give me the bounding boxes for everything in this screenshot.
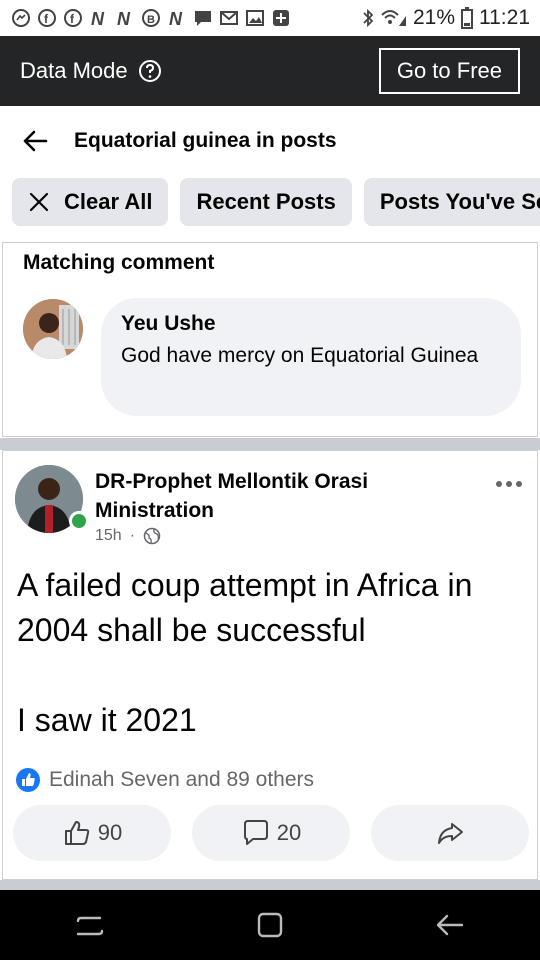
close-icon [29,192,49,212]
wifi-signal-icon [381,10,406,26]
image-icon [244,7,266,29]
like-button[interactable]: 90 [13,805,171,861]
n-icon: N [166,7,188,29]
posts-seen-label: Posts You've Se [379,189,540,214]
data-mode-bar: Data Mode Go to Free [0,36,540,106]
notification-icons: f f N N B N [10,7,292,29]
b-icon: B [140,7,162,29]
recent-apps-icon[interactable] [70,905,110,945]
comment-icon [243,820,268,845]
data-mode-label: Data Mode [20,58,128,83]
share-icon [438,823,463,844]
svg-text:N: N [169,9,183,28]
svg-text:f: f [70,12,75,26]
comment-button[interactable]: 20 [192,805,350,861]
facebook-icon: f [36,7,58,29]
battery-icon [461,7,473,29]
reactions-summary[interactable]: Edinah Seven and 89 others [15,767,314,793]
plus-square-icon [270,7,292,29]
comment-count: 20 [276,820,302,845]
battery-percent: 21% [412,6,455,29]
online-status-indicator [69,511,89,531]
comment-bubble[interactable]: Yeu Ushe God have mercy on Equatorial Gu… [101,298,521,416]
search-query-title: Equatorial guinea in posts [74,129,337,152]
post-time[interactable]: 15h [95,527,122,545]
matching-comment-heading: Matching comment [23,251,215,274]
comment-text: God have mercy on Equatorial Guinea [121,344,479,367]
clock: 11:21 [479,6,530,29]
clear-all-chip[interactable]: Clear All [12,178,169,226]
thumbs-up-icon [64,821,89,845]
svg-text:N: N [117,9,131,28]
go-to-free-button[interactable]: Go to Free [378,48,520,94]
chat-icon [192,7,214,29]
n-icon: N [114,7,136,29]
like-count: 90 [97,820,123,845]
commenter-name[interactable]: Yeu Ushe [121,312,501,336]
card-divider [0,438,540,450]
status-bar: f f N N B N 21% 11:21 [0,0,540,36]
n-icon: N [88,7,110,29]
bluetooth-icon [363,8,374,28]
svg-text:N: N [91,9,105,28]
facebook-icon: f [62,7,84,29]
filter-chips: Clear All Recent Posts Posts You've Se [0,178,540,226]
status-right: 21% 11:21 [361,6,530,30]
share-button[interactable] [371,805,529,861]
post-author-name[interactable]: DR-Prophet Mellontik Orasi Ministration [95,467,475,525]
feed-separator [0,880,540,890]
search-header: Equatorial guinea in posts [0,106,540,176]
gmail-icon [218,7,240,29]
post-meta: 15h · [95,527,161,545]
back-arrow-icon[interactable] [20,126,50,156]
help-icon[interactable] [138,59,162,83]
like-reaction-icon [16,768,40,792]
post-card: DR-Prophet Mellontik Orasi Ministration … [2,450,538,880]
reactions-text: Edinah Seven and 89 others [49,768,315,791]
post-actions: 90 20 [13,805,529,861]
recent-posts-chip[interactable]: Recent Posts [180,178,352,226]
system-navigation-bar [0,890,540,960]
meta-separator: · [129,527,136,544]
messenger-icon [10,7,32,29]
clear-all-label: Clear All [64,189,153,214]
back-icon[interactable] [430,905,470,945]
globe-icon [143,527,161,545]
svg-text:f: f [44,12,49,26]
home-icon[interactable] [250,905,290,945]
posts-seen-chip[interactable]: Posts You've Se [363,178,540,226]
matching-comment-card[interactable]: Matching comment Yeu Ushe God have mercy… [2,242,538,437]
recent-posts-label: Recent Posts [196,189,336,214]
avatar[interactable] [23,299,83,359]
more-options-icon[interactable] [495,479,523,489]
svg-text:B: B [147,14,155,26]
post-text: A failed coup attempt in Africa in 2004 … [17,567,473,738]
